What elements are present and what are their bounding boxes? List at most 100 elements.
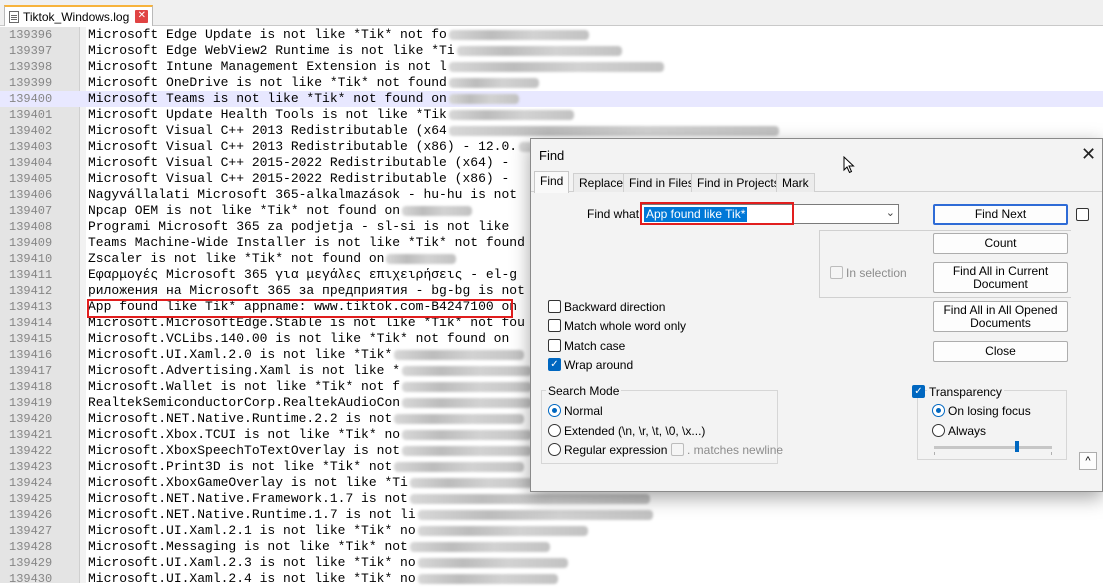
line-text-content: Microsoft.NET.Native.Runtime.1.7 is not … (88, 507, 416, 522)
editor-line[interactable]: 139426 Microsoft.NET.Native.Runtime.1.7 i… (0, 507, 1103, 523)
line-text: риложения на Microsoft 365 за предприяти… (88, 283, 525, 299)
line-number: 139423 (9, 460, 53, 474)
find-all-opened-documents-button[interactable]: Find All in All Opened Documents (933, 301, 1068, 332)
redacted-text (394, 413, 525, 424)
line-text: Microsoft.UI.Xaml.2.1 is not like *Tik* … (88, 523, 588, 539)
on-losing-focus-radio[interactable] (932, 404, 945, 417)
always-radio[interactable] (932, 424, 945, 437)
editor-line[interactable]: 139398 Microsoft Intune Management Extens… (0, 59, 1103, 75)
line-text-content: Microsoft.Print3D is not like *Tik* not (88, 459, 393, 474)
find-next-button[interactable]: Find Next (933, 204, 1068, 225)
match-case-checkbox[interactable] (548, 339, 561, 352)
search-mode-regex-radio[interactable] (548, 443, 561, 456)
line-number: 139413 (9, 300, 53, 314)
find-all-current-document-button[interactable]: Find All in Current Document (933, 262, 1068, 293)
tab-find-in-projects[interactable]: Find in Projects (691, 173, 786, 192)
line-text-content: Microsoft.UI.Xaml.2.1 is not like *Tik* … (88, 523, 416, 538)
line-text-content: Microsoft Teams is not like *Tik* not fo… (88, 91, 447, 106)
transparency-slider[interactable] (934, 446, 1052, 449)
line-text: Microsoft.Xbox.TCUI is not like *Tik* no (88, 427, 533, 443)
search-mode-title: Search Mode (546, 384, 622, 398)
chevron-down-icon[interactable]: ⌄ (886, 206, 895, 219)
line-text: Microsoft.Messaging is not like *Tik* no… (88, 539, 550, 555)
redacted-text (409, 477, 540, 488)
tab-find[interactable]: Find (534, 171, 570, 193)
line-number: 139429 (9, 556, 53, 570)
line-text-content: Microsoft.UI.Xaml.2.0 is not like *Tik* (88, 347, 393, 362)
redacted-text (448, 109, 574, 120)
tab-replace[interactable]: Replace (573, 173, 630, 192)
match-whole-word-checkbox[interactable] (548, 319, 561, 332)
editor-line[interactable]: 139429 Microsoft.UI.Xaml.2.3 is not like … (0, 555, 1103, 571)
line-text: Microsoft.UI.Xaml.2.0 is not like *Tik* (88, 347, 525, 363)
redacted-text (448, 125, 779, 136)
editor-line[interactable]: 139428 Microsoft.Messaging is not like *T… (0, 539, 1103, 555)
line-text: Microsoft.NET.Native.Runtime.2.2 is not (88, 411, 525, 427)
line-number: 139397 (9, 44, 53, 58)
editor-line[interactable]: 139396 Microsoft Edge Update is not like … (0, 27, 1103, 43)
line-text-content: Microsoft.Advertising.Xaml is not like * (88, 363, 401, 378)
redacted-text (448, 93, 519, 104)
wrap-around-checkbox[interactable]: ✓ (548, 358, 561, 371)
count-button[interactable]: Count (933, 233, 1068, 254)
transparency-slider-ticks (934, 452, 1052, 455)
line-number: 139405 (9, 172, 53, 186)
search-mode-normal-radio[interactable] (548, 404, 561, 417)
on-losing-focus-label: On losing focus (948, 404, 1031, 418)
line-text: Microsoft OneDrive is not like *Tik* not… (88, 75, 539, 91)
line-text: Microsoft.UI.Xaml.2.4 is not like *Tik* … (88, 571, 558, 587)
line-number: 139424 (9, 476, 53, 490)
close-button[interactable]: Close (933, 341, 1068, 362)
search-mode-extended-radio[interactable] (548, 424, 561, 437)
line-number: 139411 (9, 268, 53, 282)
backward-direction-checkbox[interactable] (548, 300, 561, 313)
editor-line[interactable]: 139402 Microsoft Visual C++ 2013 Redistri… (0, 123, 1103, 139)
editor-line[interactable]: 139399 Microsoft OneDrive is not like *Ti… (0, 75, 1103, 91)
collapse-dialog-button[interactable]: ^ (1079, 452, 1097, 470)
line-text-content: Microsoft.NET.Native.Framework.1.7 is no… (88, 491, 408, 506)
editor-line[interactable]: 139401 Microsoft Update Health Tools is n… (0, 107, 1103, 123)
close-tab-icon[interactable]: ✕ (135, 10, 149, 23)
line-text-content: Microsoft Visual C++ 2015-2022 Redistrib… (88, 171, 518, 186)
line-text: Microsoft Edge Update is not like *Tik* … (88, 27, 589, 43)
transparency-slider-thumb[interactable] (1014, 441, 1019, 452)
line-text-content: Microsoft.Wallet is not like *Tik* not f (88, 379, 401, 394)
line-text-content: Npcap OEM is not like *Tik* not found on (88, 203, 401, 218)
line-text: Microsoft Update Health Tools is not lik… (88, 107, 574, 123)
redacted-text (394, 461, 525, 472)
line-text-content: Programi Microsoft 365 za podjetja - sl-… (88, 219, 510, 234)
line-number: 139407 (9, 204, 53, 218)
editor-line[interactable]: 139400 Microsoft Teams is not like *Tik* … (0, 91, 1103, 107)
editor-line[interactable]: 139397 Microsoft Edge WebView2 Runtime is… (0, 43, 1103, 59)
tab-tiktok-windows-log[interactable]: Tiktok_Windows.log ✕ (4, 5, 154, 26)
line-number: 139425 (9, 492, 53, 506)
line-number: 139422 (9, 444, 53, 458)
line-number: 139401 (9, 108, 53, 122)
line-text: Microsoft Intune Management Extension is… (88, 59, 664, 75)
redacted-text (402, 205, 473, 216)
line-number: 139421 (9, 428, 53, 442)
line-text-content: Teams Machine-Wide Installer is not like… (88, 235, 525, 250)
editor-line[interactable]: 139425 Microsoft.NET.Native.Framework.1.7… (0, 491, 1103, 507)
editor-line[interactable]: 139430 Microsoft.UI.Xaml.2.4 is not like … (0, 571, 1103, 587)
line-text-content: Microsoft.UI.Xaml.2.3 is not like *Tik* … (88, 555, 416, 570)
find-next-option-checkbox[interactable] (1076, 208, 1089, 221)
line-number: 139412 (9, 284, 53, 298)
line-text: Microsoft.Wallet is not like *Tik* not f (88, 379, 533, 395)
transparency-checkbox[interactable]: ✓ (912, 385, 925, 398)
tab-mark[interactable]: Mark (776, 173, 815, 192)
line-text: Microsoft.XboxGameOverlay is not like *T… (88, 475, 540, 491)
redacted-text (448, 29, 589, 40)
line-text: Εφαρμογές Microsoft 365 για μεγάλες επιχ… (88, 267, 517, 283)
line-text: Microsoft Visual C++ 2013 Redistributabl… (88, 123, 779, 139)
line-text-content: Microsoft.XboxSpeechToTextOverlay is not (88, 443, 401, 458)
line-text: Microsoft.NET.Native.Framework.1.7 is no… (88, 491, 650, 507)
line-text-content: Microsoft.NET.Native.Runtime.2.2 is not (88, 411, 393, 426)
line-number: 139399 (9, 76, 53, 90)
dialog-close-icon[interactable]: ✕ (1081, 145, 1096, 163)
editor-line[interactable]: 139427 Microsoft.UI.Xaml.2.1 is not like … (0, 523, 1103, 539)
line-number: 139403 (9, 140, 53, 154)
tab-find-in-files[interactable]: Find in Files (623, 173, 700, 192)
line-text-content: Microsoft.VCLibs.140.00 is not like *Tik… (88, 331, 518, 346)
redacted-text (402, 445, 533, 456)
